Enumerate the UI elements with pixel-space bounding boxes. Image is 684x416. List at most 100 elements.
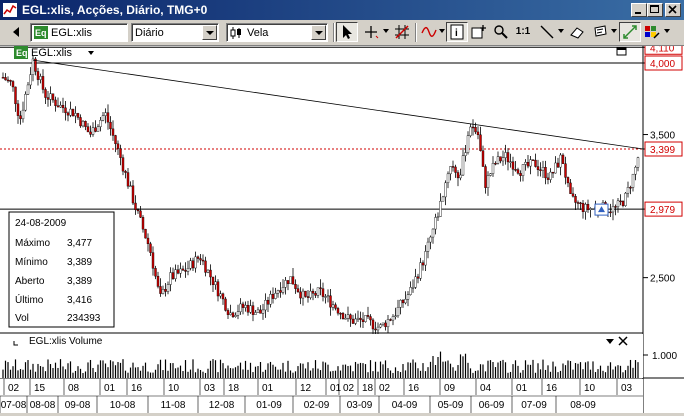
chart-area[interactable]: 4,110 4,000 3,500 3,399 2,979 2,500 Eq EGL:xl… — [0, 39, 684, 413]
zoom-reset-button[interactable]: 1:1 — [512, 22, 534, 42]
candle-body — [261, 309, 265, 314]
candle-body — [229, 312, 232, 315]
month-label: 08-08 — [30, 400, 56, 411]
text-tool-dropdown[interactable] — [610, 26, 618, 36]
candle-body — [509, 161, 512, 163]
day-label: 01 — [104, 383, 116, 394]
candle-body — [26, 84, 30, 95]
day-label: 02 — [343, 383, 355, 394]
palette-dropdown[interactable] — [663, 26, 671, 36]
candle-body — [626, 187, 630, 194]
line-tool-button[interactable] — [536, 22, 558, 42]
chevron-down-icon[interactable] — [311, 25, 326, 40]
candle-body — [386, 319, 390, 328]
candle-body — [41, 76, 45, 90]
candle-body — [454, 166, 457, 173]
candle-body — [376, 326, 380, 331]
candle-body — [591, 208, 595, 210]
candle-body — [119, 148, 122, 158]
pointer-tool-button[interactable] — [336, 22, 358, 42]
text-tool-button[interactable] — [589, 22, 611, 42]
add-chart-button[interactable] — [468, 22, 490, 42]
minimize-button[interactable] — [631, 3, 647, 17]
crosshair-dropdown[interactable] — [382, 26, 390, 36]
grid-toggle-button[interactable] — [391, 22, 413, 42]
candle-body — [271, 293, 275, 299]
new-window-icon — [471, 25, 486, 39]
candle-body — [499, 156, 502, 162]
candle-body — [416, 276, 420, 279]
candle-body — [6, 79, 10, 82]
candle-body — [494, 162, 497, 165]
info-value: 3,389 — [67, 276, 92, 287]
candle-body — [179, 268, 182, 274]
chevron-down-icon[interactable] — [202, 25, 217, 40]
maximize-button[interactable] — [647, 3, 663, 17]
candle-body — [301, 290, 305, 299]
candle-body — [391, 316, 395, 321]
symbol-value: EGL:xlis — [51, 27, 92, 39]
day-label: 02 — [8, 383, 20, 394]
info-value: 3,389 — [67, 257, 92, 268]
info-value: 234393 — [67, 313, 101, 324]
candle-body — [121, 157, 125, 172]
info-label: Aberto — [15, 276, 45, 287]
price-chart[interactable]: 4,110 4,000 3,500 3,399 2,979 2,500 Eq EGL:xl… — [0, 39, 684, 413]
candle-body — [541, 167, 545, 171]
candle-body — [151, 252, 155, 269]
candle-body — [249, 305, 252, 313]
candle-body — [266, 300, 270, 305]
candle-body — [496, 156, 500, 164]
month-label: 05-09 — [438, 400, 464, 411]
close-button[interactable] — [665, 3, 681, 17]
candle-body — [459, 174, 462, 179]
crosshair-tool-button[interactable] — [360, 22, 382, 42]
grid-icon — [395, 25, 409, 39]
period-combobox[interactable]: Diário — [131, 23, 219, 42]
candle-body — [634, 167, 637, 175]
day-label: 01 — [262, 383, 274, 394]
info-value: 3,416 — [67, 295, 92, 306]
crosshair-icon — [365, 26, 379, 39]
eq-badge-text: Eq — [16, 48, 28, 58]
maximize-icon — [650, 5, 659, 13]
day-label: 10 — [168, 383, 180, 394]
palette-button[interactable] — [641, 22, 663, 42]
symbol-combobox[interactable]: Eq EGL:xlis — [30, 23, 128, 42]
price-label: 4,000 — [650, 59, 675, 70]
candle-body — [451, 166, 455, 168]
info-icon: i — [450, 24, 464, 40]
auto-scale-button[interactable] — [619, 22, 641, 42]
candle-body — [476, 131, 480, 136]
candle-body — [186, 268, 190, 272]
candle-body — [101, 115, 105, 121]
candle-body — [286, 280, 290, 284]
title-bar: EGL:xlis, Acções, Diário, TMG+0 — [0, 0, 684, 20]
candle-body — [319, 287, 322, 289]
month-label: 09-08 — [65, 400, 91, 411]
candle-body — [389, 319, 392, 321]
chart-type-value: Vela — [247, 27, 269, 39]
zoom-button[interactable] — [490, 22, 512, 42]
candle-body — [251, 305, 255, 315]
eraser-button[interactable] — [566, 22, 588, 42]
candle-body — [44, 89, 47, 98]
candle-body — [479, 134, 482, 151]
info-button[interactable]: i — [446, 22, 468, 42]
day-label: 18 — [228, 383, 240, 394]
indicators-dropdown[interactable] — [438, 26, 446, 36]
back-button[interactable] — [6, 22, 28, 42]
candle-body — [539, 169, 542, 171]
candle-body — [209, 269, 212, 278]
line-tool-dropdown[interactable] — [557, 26, 565, 36]
candle-body — [281, 287, 285, 293]
day-label: 16 — [131, 383, 143, 394]
candle-body — [176, 269, 180, 274]
month-label: 07-08 — [1, 400, 27, 411]
chart-type-combobox[interactable]: Vela — [226, 23, 328, 42]
day-label: 10 — [584, 383, 596, 394]
candle-body — [221, 293, 225, 300]
candle-body — [241, 303, 245, 308]
candle-body — [504, 152, 507, 158]
indicators-button[interactable] — [418, 22, 440, 42]
